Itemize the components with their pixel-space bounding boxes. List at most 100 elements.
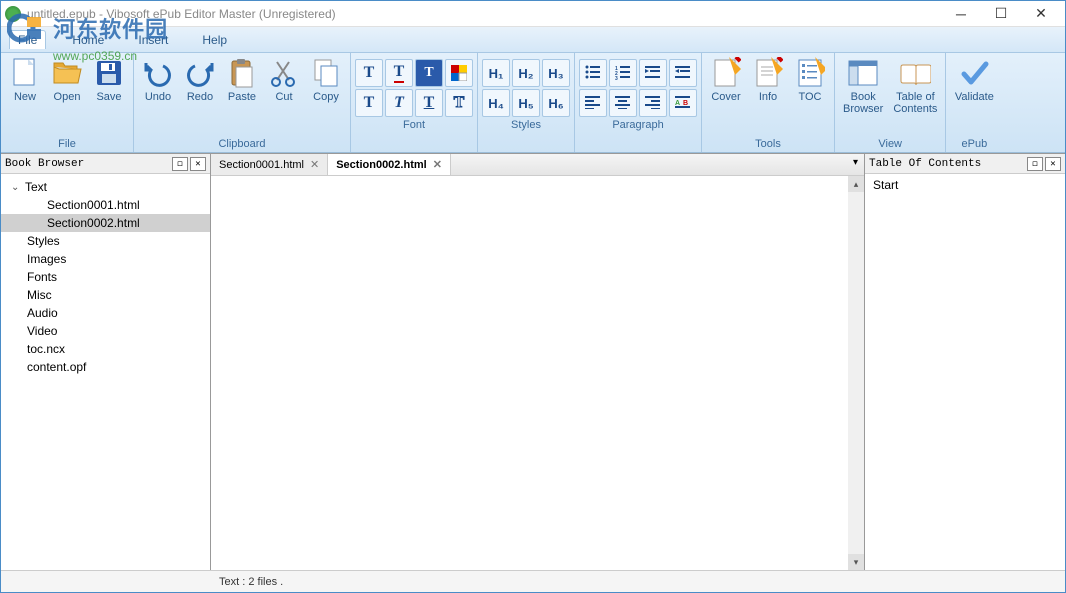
menu-home[interactable]: Home bbox=[64, 31, 112, 49]
save-button[interactable]: Save bbox=[89, 55, 129, 105]
tab-label: Section0001.html bbox=[219, 159, 304, 171]
tab-close-icon[interactable]: ✕ bbox=[433, 158, 442, 171]
close-button[interactable]: ✕ bbox=[1021, 1, 1061, 27]
undo-button[interactable]: Undo bbox=[138, 55, 178, 105]
cut-button[interactable]: Cut bbox=[264, 55, 304, 105]
menu-insert[interactable]: Insert bbox=[130, 31, 176, 49]
panel-close-button[interactable]: ✕ bbox=[190, 157, 206, 171]
vertical-scrollbar[interactable]: ▴ ▾ bbox=[848, 176, 864, 570]
font-plain-button[interactable]: T bbox=[355, 59, 383, 87]
book-browser-panel: Book Browser ◻ ✕ ⌄ Text Section0001.html… bbox=[1, 153, 211, 570]
ribbon-group-epub: Validate ePub bbox=[946, 53, 1002, 152]
menu-help[interactable]: Help bbox=[194, 31, 235, 49]
panel-float-button[interactable]: ◻ bbox=[172, 157, 188, 171]
align-center-button[interactable] bbox=[609, 89, 637, 117]
menu-file[interactable]: File bbox=[9, 30, 46, 49]
tab-close-icon[interactable]: ✕ bbox=[310, 158, 319, 171]
ribbon-label-font: Font bbox=[355, 117, 473, 133]
ribbon-label-view: View bbox=[839, 136, 941, 152]
book-browser-icon bbox=[847, 57, 879, 89]
table-of-contents-button[interactable]: Table of Contents bbox=[889, 55, 941, 117]
ribbon-group-styles: H₁ H₂ H₃ H₄ H₅ H₆ Styles bbox=[478, 53, 575, 152]
toc-button[interactable]: TOC bbox=[790, 55, 830, 105]
list-bullets-button[interactable] bbox=[579, 59, 607, 87]
tabs-overflow-button[interactable]: ▾ bbox=[847, 154, 864, 175]
heading-6-button[interactable]: H₆ bbox=[542, 89, 570, 117]
align-left-button[interactable] bbox=[579, 89, 607, 117]
ribbon-group-clipboard: Undo Redo Paste Cut Copy Clipboard bbox=[134, 53, 351, 152]
heading-4-button[interactable]: H₄ bbox=[482, 89, 510, 117]
copy-icon bbox=[310, 57, 342, 89]
font-boxed-button[interactable]: T bbox=[415, 59, 443, 87]
font-outline-button[interactable]: T bbox=[445, 89, 473, 117]
redo-button[interactable]: Redo bbox=[180, 55, 220, 105]
statusbar: Text : 2 files . bbox=[1, 570, 1065, 592]
tab-section-1[interactable]: Section0001.html ✕ bbox=[211, 154, 328, 175]
toc-item-start[interactable]: Start bbox=[873, 178, 1057, 192]
tree-item-audio[interactable]: Audio bbox=[1, 304, 210, 322]
cover-icon bbox=[710, 57, 742, 89]
heading-2-button[interactable]: H₂ bbox=[512, 59, 540, 87]
paste-icon bbox=[226, 57, 258, 89]
font-underline-button[interactable]: T bbox=[415, 89, 443, 117]
font-bold-button[interactable]: T bbox=[355, 89, 383, 117]
cover-button[interactable]: Cover bbox=[706, 55, 746, 105]
status-text: Text : 2 files . bbox=[219, 576, 283, 588]
list-numbered-button[interactable]: 123 bbox=[609, 59, 637, 87]
align-right-button[interactable] bbox=[639, 89, 667, 117]
editor-area[interactable]: ▴ ▾ bbox=[211, 176, 864, 570]
panel-close-button[interactable]: ✕ bbox=[1045, 157, 1061, 171]
book-browser-button[interactable]: Book Browser bbox=[839, 55, 887, 117]
heading-3-button[interactable]: H₃ bbox=[542, 59, 570, 87]
heading-5-button[interactable]: H₅ bbox=[512, 89, 540, 117]
window-title: untitled.epub - Vibosoft ePub Editor Mas… bbox=[27, 7, 941, 21]
tree-section-2[interactable]: Section0002.html bbox=[1, 214, 210, 232]
redo-icon bbox=[184, 57, 216, 89]
new-button[interactable]: New bbox=[5, 55, 45, 105]
info-button[interactable]: Info bbox=[748, 55, 788, 105]
svg-text:B: B bbox=[683, 100, 688, 107]
align-justify-button[interactable]: AB bbox=[669, 89, 697, 117]
toc-list[interactable]: Start bbox=[865, 174, 1065, 570]
font-underline-color-button[interactable]: T bbox=[385, 59, 413, 87]
new-file-icon bbox=[9, 57, 41, 89]
tree-item-images[interactable]: Images bbox=[1, 250, 210, 268]
tree-root-text[interactable]: ⌄ Text bbox=[1, 178, 210, 196]
app-icon bbox=[5, 6, 21, 22]
tree-item-tocncx[interactable]: toc.ncx bbox=[1, 340, 210, 358]
maximize-button[interactable]: ☐ bbox=[981, 1, 1021, 27]
tab-section-2[interactable]: Section0002.html ✕ bbox=[328, 154, 451, 175]
validate-check-icon bbox=[958, 57, 990, 89]
tree-item-styles[interactable]: Styles bbox=[1, 232, 210, 250]
panel-float-button[interactable]: ◻ bbox=[1027, 157, 1043, 171]
tree-item-video[interactable]: Video bbox=[1, 322, 210, 340]
ribbon-label-tools: Tools bbox=[706, 136, 830, 152]
heading-1-button[interactable]: H₁ bbox=[482, 59, 510, 87]
font-italic-button[interactable]: T bbox=[385, 89, 413, 117]
open-button[interactable]: Open bbox=[47, 55, 87, 105]
editor-panel: Section0001.html ✕ Section0002.html ✕ ▾ … bbox=[211, 153, 865, 570]
copy-button[interactable]: Copy bbox=[306, 55, 346, 105]
tab-label: Section0002.html bbox=[336, 159, 426, 171]
ribbon-group-font: T T T T T T T Font bbox=[351, 53, 478, 152]
validate-button[interactable]: Validate bbox=[950, 55, 998, 105]
tree-item-contentopf[interactable]: content.opf bbox=[1, 358, 210, 376]
scroll-down-button[interactable]: ▾ bbox=[848, 554, 864, 570]
indent-decrease-button[interactable] bbox=[639, 59, 667, 87]
tree-item-fonts[interactable]: Fonts bbox=[1, 268, 210, 286]
tree-section-1[interactable]: Section0001.html bbox=[1, 196, 210, 214]
table-of-contents-icon bbox=[899, 57, 931, 89]
open-folder-icon bbox=[51, 57, 83, 89]
scroll-up-button[interactable]: ▴ bbox=[848, 176, 864, 192]
indent-increase-button[interactable] bbox=[669, 59, 697, 87]
ribbon-label-paragraph: Paragraph bbox=[579, 117, 697, 133]
paste-button[interactable]: Paste bbox=[222, 55, 262, 105]
menubar: File Home Insert Help bbox=[1, 27, 1065, 53]
tree-item-misc[interactable]: Misc bbox=[1, 286, 210, 304]
font-color-swatch-button[interactable] bbox=[445, 59, 473, 87]
toc-panel: Table Of Contents ◻ ✕ Start bbox=[865, 153, 1065, 570]
expander-icon[interactable]: ⌄ bbox=[11, 182, 21, 193]
book-browser-tree[interactable]: ⌄ Text Section0001.html Section0002.html… bbox=[1, 174, 210, 570]
minimize-button[interactable]: ─ bbox=[941, 1, 981, 27]
ribbon-group-view: Book Browser Table of Contents View bbox=[835, 53, 946, 152]
